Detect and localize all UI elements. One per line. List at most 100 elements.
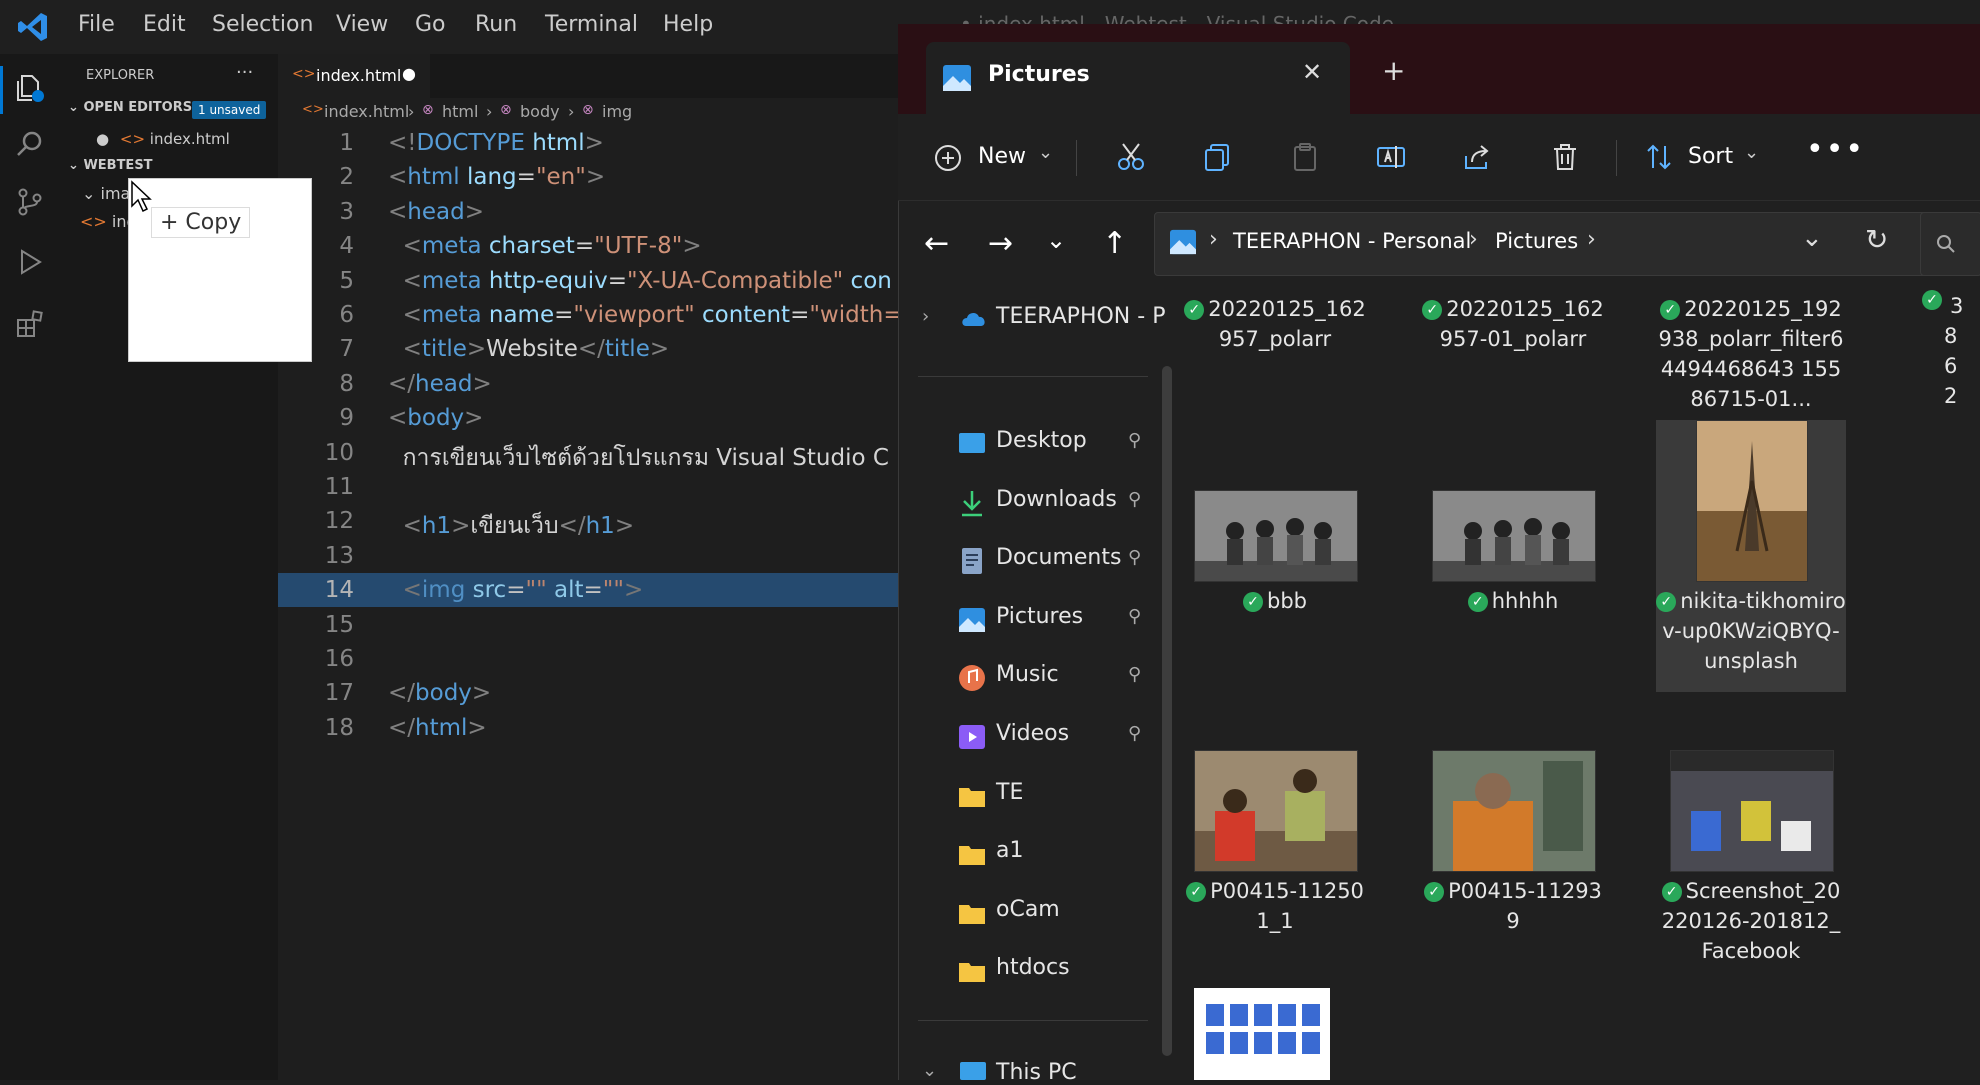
nav-item-a1[interactable]: a1 [958,836,1158,876]
nav-item-documents[interactable]: Documents ⚲ [958,543,1158,583]
code-line[interactable]: 5 <meta http-equiv="X-UA-Compatible" con [278,264,898,298]
activity-bar [0,54,60,1080]
menu-help[interactable]: Help [663,12,713,37]
cut-icon[interactable] [1116,142,1146,172]
plus-circle-icon [935,145,961,171]
rename-icon[interactable] [1376,142,1406,172]
chevron-right-icon[interactable]: › [922,306,929,327]
file-name: 20220125_192938_polarr_filter64494468643… [1658,297,1844,411]
code-token: "width=c [809,302,898,328]
code-line[interactable]: 11 [278,470,898,504]
see-more-icon[interactable]: ••• [1806,132,1865,167]
code-line[interactable]: 8 </head> [278,367,898,401]
pin-icon[interactable]: ⚲ [1128,430,1141,451]
search-icon[interactable] [14,128,46,160]
nav-item-music[interactable]: Music ⚲ [958,660,1158,700]
code-token: = [607,267,628,294]
breadcrumb-item[interactable]: html [442,102,478,121]
code-line[interactable]: 3 <head> [278,195,898,229]
address-segment[interactable]: TEERAPHON - Personal [1233,229,1471,253]
more-actions-icon[interactable]: ··· [236,62,253,83]
nav-item-desktop[interactable]: Desktop ⚲ [958,426,1158,466]
code-line[interactable]: 6 <meta name="viewport" content="width=c [278,298,898,332]
run-debug-icon[interactable] [14,246,46,278]
menu-file[interactable]: File [78,12,115,37]
nav-item-htdocs[interactable]: htdocs [958,953,1158,993]
address-bar[interactable]: › TEERAPHON - Personal › Pictures › ⌄ ↻ [1154,212,1942,276]
nav-item-downloads[interactable]: Downloads ⚲ [958,485,1158,525]
nav-this-pc-label: This PC [996,1060,1077,1085]
search-box[interactable] [1920,212,1980,276]
code-line[interactable]: 10 การเขียนเว็บไซต์ด้วยโปรแกรม Visual St… [278,436,898,471]
workspace-header[interactable]: ⌄ WEBTEST [68,158,153,173]
address-segment[interactable]: Pictures [1495,229,1578,253]
menu-selection[interactable]: Selection [212,12,313,37]
menu-go[interactable]: Go [415,12,446,37]
code-line[interactable]: 15 [278,608,898,642]
breadcrumb-item[interactable]: body [520,102,560,121]
code-editor[interactable]: 1 <!DOCTYPE html> 2 <html lang="en"> 3 <head>… [278,126,898,1080]
pin-icon[interactable]: ⚲ [1128,547,1141,568]
thumbnail-image [1194,750,1358,872]
tree-folder-item[interactable]: ⌄ ima [82,184,130,203]
file-tile-document-thumb[interactable] [1194,988,1330,1080]
menu-view[interactable]: View [336,12,388,37]
code-line[interactable]: 2 <html lang="en"> [278,160,898,194]
source-control-icon[interactable] [14,186,46,218]
code-line[interactable]: 12 <h1>เขียนเว็บ</h1> [278,504,898,539]
breadcrumb-item[interactable]: index.html [324,102,409,121]
forward-arrow-icon[interactable]: → [988,226,1013,261]
nav-item-videos[interactable]: Videos ⚲ [958,719,1158,759]
pin-icon[interactable]: ⚲ [1128,664,1141,685]
share-icon[interactable] [1462,142,1492,172]
tab-pictures[interactable]: Pictures ✕ [926,42,1350,114]
up-arrow-icon[interactable]: ↑ [1102,226,1127,261]
file-tile-partial[interactable]: ✓ 3 8 6 2 [1922,290,1980,408]
open-editors-header[interactable]: ⌄ OPEN EDITORS [68,100,192,115]
nav-item-te[interactable]: TE [958,778,1158,818]
file-name: 20220125_162957_polarr [1208,297,1366,351]
file-grid: ✓ 20220125_162957_polarr ✓ 20220125_162957-… [1180,290,1980,1080]
explorer-toolbar: New ⌄ Sort ⌄ ••• [898,114,1980,201]
extensions-icon[interactable] [14,308,46,340]
unsaved-dot-icon[interactable]: ● [402,64,416,83]
code-line[interactable]: 17 </body> [278,676,898,710]
nav-item-ocam[interactable]: oCam [958,895,1158,935]
code-line[interactable]: 14 <img src="" alt=""> [278,573,898,608]
code-token: meta [421,233,482,260]
code-token: < [388,164,408,191]
code-line[interactable]: 9 <body> [278,401,898,435]
copy-icon[interactable] [1202,142,1232,172]
breadcrumb-item[interactable]: img [602,102,632,121]
address-dropdown-icon[interactable]: ⌄ [1801,223,1823,253]
back-arrow-icon[interactable]: ← [924,226,949,261]
code-line[interactable]: 18 </html> [278,711,898,745]
code-line[interactable]: 13 [278,539,898,573]
paste-icon[interactable] [1290,142,1320,172]
file-tile[interactable]: ✓ nikita-tikhomirov-up0KWziQBYQ-unsplash [1656,420,1846,692]
tab-index-html[interactable]: <> index.html ● [278,54,430,98]
new-tab-icon[interactable]: + [1382,54,1405,87]
pin-icon[interactable]: ⚲ [1128,606,1141,627]
explorer-files-icon[interactable] [14,72,46,104]
pin-icon[interactable]: ⚲ [1128,489,1141,510]
code-line[interactable]: 4 <meta charset="UTF-8"> [278,229,898,263]
close-icon[interactable]: ✕ [1302,58,1322,86]
nav-onedrive[interactable]: TEERAPHON - P [960,304,1172,336]
pin-icon[interactable]: ⚲ [1128,723,1141,744]
delete-icon[interactable] [1550,142,1580,172]
photo-tile-shape [1254,1032,1272,1054]
nav-scrollbar[interactable] [1162,366,1172,1056]
menu-run[interactable]: Run [475,12,517,37]
code-line[interactable]: 16 [278,642,898,676]
open-editor-item[interactable]: ● <> index.html [96,130,230,148]
code-line[interactable]: 7 <title>Website</title> [278,332,898,366]
refresh-icon[interactable]: ↻ [1865,223,1888,256]
code-line[interactable]: 1 <!DOCTYPE html> [278,126,898,160]
nav-item-pictures[interactable]: Pictures ⚲ [958,602,1158,642]
recent-locations-icon[interactable]: ⌄ [1046,226,1066,254]
chevron-down-icon[interactable]: ⌄ [922,1060,937,1081]
documents-icon [962,548,982,575]
menu-edit[interactable]: Edit [143,12,186,37]
menu-terminal[interactable]: Terminal [545,12,638,37]
